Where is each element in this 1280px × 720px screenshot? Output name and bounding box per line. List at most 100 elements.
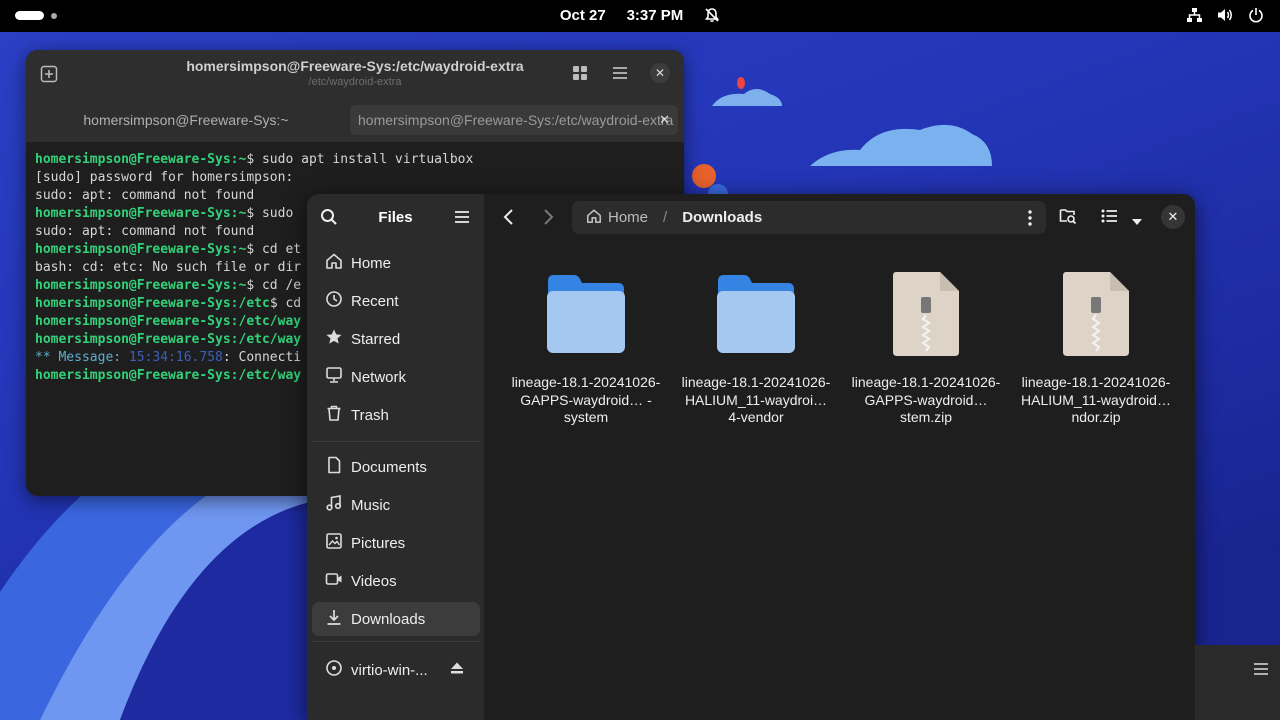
terminal-timestamp: 15:34:16.758 [128, 350, 223, 365]
hamburger-menu-icon[interactable] [612, 65, 628, 86]
terminal-tab-label: homersimpson@Freeware-Sys:~ [83, 112, 289, 128]
network-icon [325, 366, 343, 388]
sidebar-item-trash[interactable]: Trash [312, 398, 480, 432]
sidebar-divider [313, 441, 479, 442]
back-arrow-icon[interactable] [502, 208, 516, 231]
background-window[interactable] [1195, 645, 1280, 720]
terminal-tab-bar: homersimpson@Freeware-Sys:~ homersimpson… [26, 105, 684, 135]
terminal-text: $ cd /e [246, 278, 302, 293]
terminal-tab[interactable]: homersimpson@Freeware-Sys:~ [26, 105, 346, 135]
document-icon [325, 456, 343, 478]
sidebar-item-home[interactable]: Home [312, 246, 480, 280]
window-close-button[interactable]: ✕ [1161, 205, 1185, 229]
power-icon [1248, 7, 1264, 23]
sidebar-item-label: Starred [351, 330, 401, 348]
terminal-message-label: ** Message: [35, 350, 129, 365]
picture-icon [325, 532, 343, 554]
terminal-prompt: homersimpson@Freeware-Sys:~ [35, 152, 247, 167]
terminal-prompt: homersimpson@Freeware-Sys:/etc/way [35, 332, 302, 347]
network-wired-icon [1186, 7, 1203, 23]
sidebar-item-label: Home [351, 254, 392, 272]
terminal-tab-label: homersimpson@Freeware-Sys:/etc/waydroid-… [358, 112, 674, 128]
forward-arrow-icon[interactable] [541, 208, 555, 231]
activities-button[interactable] [15, 11, 57, 20]
terminal-prompt: homersimpson@Freeware-Sys:/etc [35, 296, 270, 311]
clock-button[interactable]: Oct 27 3:37 PM [560, 7, 720, 24]
sidebar-item-pictures[interactable]: Pictures [312, 526, 480, 560]
sidebar-item-videos[interactable]: Videos [312, 564, 480, 598]
eject-icon[interactable] [450, 661, 464, 679]
sidebar-item-music[interactable]: Music [312, 488, 480, 522]
terminal-tab-active[interactable]: homersimpson@Freeware-Sys:/etc/waydroid-… [350, 105, 678, 135]
sidebar-item-label: Music [351, 496, 391, 514]
file-item[interactable]: lineage-18.1-20241026-GAPPS-waydroid… -s… [501, 266, 671, 427]
terminal-headerbar[interactable]: homersimpson@Freeware-Sys:/etc/waydroid-… [26, 50, 684, 142]
terminal-line: [sudo] password for homersimpson: [35, 169, 473, 187]
star-icon [325, 328, 343, 350]
trash-icon [325, 404, 343, 426]
clock-time: 3:37 PM [626, 7, 684, 24]
file-item[interactable]: lineage-18.1-20241026-HALIUM_11-waydroi…… [671, 266, 841, 427]
home-icon [586, 208, 602, 228]
volume-icon [1217, 7, 1234, 23]
sidebar-item-starred[interactable]: Starred [312, 322, 480, 356]
list-view-icon[interactable] [1101, 208, 1118, 229]
sidebar-item-documents[interactable]: Documents [312, 450, 480, 484]
clock-icon [325, 290, 343, 312]
search-folder-icon[interactable] [1059, 207, 1077, 230]
sidebar-header: Files [307, 194, 484, 240]
close-tab-icon[interactable]: ✕ [659, 105, 670, 135]
sidebar-item-network[interactable]: Network [312, 360, 480, 394]
home-icon [325, 252, 343, 274]
sidebar-item-label: Videos [351, 572, 397, 590]
terminal-prompt: homersimpson@Freeware-Sys:/etc/way [35, 314, 302, 329]
sidebar-devices: virtio-win-... [312, 653, 480, 691]
file-item-name: lineage-18.1-20241026-GAPPS-waydroid… -s… [511, 374, 661, 425]
sidebar-item-label: Documents [351, 458, 427, 476]
chevron-down-icon[interactable] [1131, 213, 1143, 231]
folder-icon [546, 266, 626, 362]
sidebar-item-downloads[interactable]: Downloads [312, 602, 480, 636]
hamburger-menu-icon[interactable] [1253, 662, 1269, 681]
file-item-name: lineage-18.1-20241026-GAPPS-waydroid…ste… [851, 374, 1001, 425]
terminal-line: homersimpson@Freeware-Sys:~$ sudo apt in… [35, 151, 473, 169]
files-content: Home / Downloads ✕ lineage-18.1-20241026… [484, 194, 1195, 720]
files-sidebar: Files Home Recent Starred Network Trash … [307, 194, 484, 720]
sidebar-item-label: Network [351, 368, 407, 386]
sidebar-item-label: Recent [351, 292, 399, 310]
file-grid: lineage-18.1-20241026-GAPPS-waydroid… -s… [501, 266, 1181, 427]
terminal-text: $ sudo apt install virtualbox [246, 152, 474, 167]
workspace-indicator-active [15, 11, 44, 20]
tab-overview-icon[interactable] [572, 65, 588, 86]
disc-icon [325, 659, 343, 681]
file-item[interactable]: lineage-18.1-20241026-HALIUM_11-waydroid… [1011, 266, 1181, 427]
zip-archive-icon [892, 266, 960, 362]
kebab-menu-icon[interactable] [1028, 210, 1032, 230]
sidebar-item-label: Downloads [351, 610, 426, 628]
file-item-name: lineage-18.1-20241026-HALIUM_11-waydroid… [1021, 374, 1171, 425]
sidebar-item-virtio-win[interactable]: virtio-win-... [312, 653, 480, 687]
music-icon [325, 494, 343, 516]
breadcrumb-separator: / [663, 209, 668, 226]
breadcrumb-current[interactable]: Downloads [682, 209, 762, 226]
terminal-prompt: homersimpson@Freeware-Sys:~ [35, 278, 247, 293]
sidebar-item-label: virtio-win-... [351, 661, 428, 679]
terminal-text: [sudo] password for homersimpson: [35, 170, 294, 185]
system-tray[interactable] [1186, 7, 1264, 23]
sidebar-item-recent[interactable]: Recent [312, 284, 480, 318]
zip-archive-icon [1062, 266, 1130, 362]
video-icon [325, 570, 343, 592]
terminal-text: bash: cd: etc: No such file or dir [35, 260, 302, 275]
workspace-indicator [51, 12, 57, 19]
terminal-close-button[interactable]: ✕ [650, 63, 670, 83]
terminal-text: : Connecti [222, 350, 302, 365]
breadcrumb-home[interactable]: Home [586, 208, 648, 228]
path-bar[interactable]: Home / Downloads [572, 201, 1046, 234]
hamburger-menu-icon[interactable] [454, 209, 470, 230]
files-window[interactable]: Files Home Recent Starred Network Trash … [307, 194, 1195, 720]
file-item[interactable]: lineage-18.1-20241026-GAPPS-waydroid…ste… [841, 266, 1011, 427]
terminal-text: sudo: apt: command not found [35, 224, 255, 239]
folder-icon [716, 266, 796, 362]
terminal-text: sudo: apt: command not found [35, 188, 255, 203]
download-icon [325, 608, 343, 630]
